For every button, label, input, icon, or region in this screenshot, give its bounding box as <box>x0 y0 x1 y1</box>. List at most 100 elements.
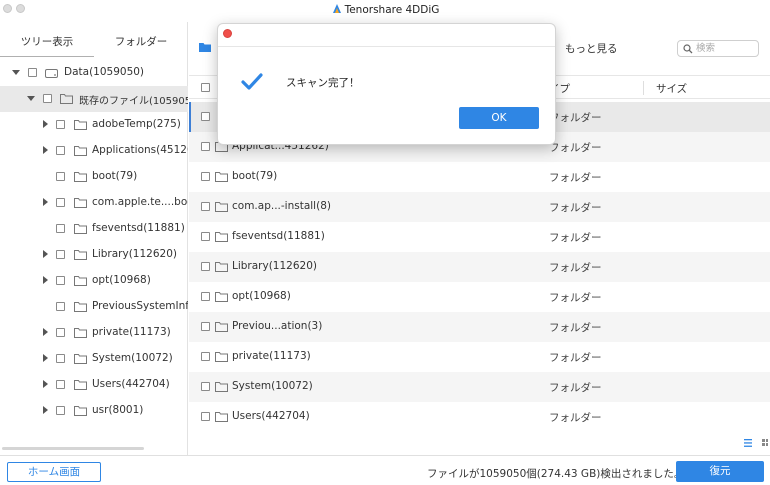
row-checkbox[interactable] <box>201 322 210 331</box>
tab-folder[interactable]: フォルダー <box>94 34 188 49</box>
app-logo-icon <box>332 4 341 13</box>
expand-triangle-icon[interactable] <box>27 96 35 101</box>
tree-item-label: fseventsd(11881) <box>92 222 185 234</box>
tree-checkbox[interactable] <box>56 224 65 233</box>
disk-icon <box>45 69 58 78</box>
table-row[interactable]: private(11173) フォルダー <box>189 342 770 372</box>
tree-item[interactable]: adobeTemp(275) <box>0 112 188 138</box>
row-name: System(10072) <box>232 380 313 392</box>
expand-triangle-icon[interactable] <box>43 380 48 388</box>
row-checkbox[interactable] <box>201 292 210 301</box>
table-row[interactable]: System(10072) フォルダー <box>189 372 770 402</box>
tree-item[interactable]: Data(1059050) <box>0 60 188 86</box>
row-checkbox[interactable] <box>201 352 210 361</box>
row-checkbox[interactable] <box>201 202 210 211</box>
row-type: フォルダー <box>549 172 602 184</box>
tree-item[interactable]: opt(10968) <box>0 268 188 294</box>
tree-checkbox[interactable] <box>56 380 65 389</box>
folder-icon <box>215 382 228 392</box>
expand-triangle-icon[interactable] <box>43 276 48 284</box>
row-checkbox[interactable] <box>201 142 210 151</box>
table-row[interactable]: opt(10968) フォルダー <box>189 282 770 312</box>
tree-checkbox[interactable] <box>56 146 65 155</box>
table-row[interactable]: Library(112620) フォルダー <box>189 252 770 282</box>
more-button[interactable]: もっと見る <box>565 41 618 56</box>
tree-item[interactable]: PreviousSystemInfor <box>0 294 188 320</box>
tree-item[interactable]: boot(79) <box>0 164 188 190</box>
expand-triangle-icon[interactable] <box>43 406 48 414</box>
tree-checkbox[interactable] <box>43 94 52 103</box>
expand-triangle-icon[interactable] <box>43 120 48 128</box>
table-row[interactable]: fseventsd(11881) フォルダー <box>189 222 770 252</box>
tree-horizontal-scrollbar[interactable] <box>2 447 144 450</box>
expand-triangle-icon[interactable] <box>43 146 48 154</box>
recover-button[interactable]: 復元 <box>676 461 764 482</box>
tree-item[interactable]: Applications(451262 <box>0 138 188 164</box>
search-box[interactable] <box>677 40 759 57</box>
row-type: フォルダー <box>549 322 602 334</box>
expand-triangle-icon[interactable] <box>43 198 48 206</box>
expand-triangle-icon[interactable] <box>43 354 48 362</box>
search-input[interactable] <box>696 42 756 55</box>
active-tab-indicator <box>0 56 94 57</box>
tree-checkbox[interactable] <box>56 276 65 285</box>
folder-icon <box>74 224 87 234</box>
column-divider[interactable] <box>643 81 644 95</box>
expand-triangle-icon[interactable] <box>43 250 48 258</box>
row-type: フォルダー <box>549 262 602 274</box>
table-row[interactable]: com.ap...-install(8) フォルダー <box>189 192 770 222</box>
list-view-icon[interactable] <box>744 439 752 447</box>
table-row[interactable]: Previou...ation(3) フォルダー <box>189 312 770 342</box>
select-all-checkbox[interactable] <box>201 83 210 92</box>
tree-checkbox[interactable] <box>56 406 65 415</box>
view-mode-icons <box>744 439 768 447</box>
title-bar: Tenorshare 4DDiG <box>0 0 770 22</box>
tree-checkbox[interactable] <box>56 172 65 181</box>
tree-checkbox[interactable] <box>56 328 65 337</box>
table-row[interactable]: boot(79) フォルダー <box>189 162 770 192</box>
folder-icon <box>74 120 87 130</box>
tree-item[interactable]: fseventsd(11881) <box>0 216 188 242</box>
tree-item[interactable]: System(10072) <box>0 346 188 372</box>
tab-tree-view[interactable]: ツリー表示 <box>0 34 94 49</box>
tree-checkbox[interactable] <box>56 198 65 207</box>
expand-triangle-icon[interactable] <box>12 70 20 75</box>
tree-checkbox[interactable] <box>28 68 37 77</box>
row-checkbox[interactable] <box>201 172 210 181</box>
home-button[interactable]: ホーム画面 <box>7 462 101 482</box>
row-checkbox[interactable] <box>201 232 210 241</box>
tree-item-label: Data(1059050) <box>64 66 145 78</box>
tree-item[interactable]: com.apple.te....boot- <box>0 190 188 216</box>
row-type: フォルダー <box>549 202 602 214</box>
folder-icon <box>74 198 87 208</box>
row-checkbox[interactable] <box>201 112 210 121</box>
folder-icon <box>215 352 228 362</box>
tree-item[interactable]: Users(442704) <box>0 372 188 398</box>
table-row[interactable]: Users(442704) フォルダー <box>189 402 770 432</box>
row-type: フォルダー <box>549 382 602 394</box>
row-checkbox[interactable] <box>201 412 210 421</box>
expand-triangle-icon[interactable] <box>43 328 48 336</box>
tree-checkbox[interactable] <box>56 354 65 363</box>
folder-icon <box>74 328 87 338</box>
row-checkbox[interactable] <box>201 262 210 271</box>
ok-button[interactable]: OK <box>459 107 539 129</box>
folder-view-icon[interactable] <box>199 42 211 52</box>
tree-item[interactable]: Library(112620) <box>0 242 188 268</box>
dialog-header <box>218 24 555 47</box>
tree-checkbox[interactable] <box>56 250 65 259</box>
tree-checkbox[interactable] <box>56 302 65 311</box>
folder-icon <box>74 250 87 260</box>
grid-view-icon[interactable] <box>762 439 768 446</box>
row-name: Library(112620) <box>232 260 317 272</box>
tree-item[interactable]: usr(8001) <box>0 398 188 424</box>
left-panel: ツリー表示 フォルダー Data(1059050) 既存のファイル(105905… <box>0 22 188 455</box>
row-checkbox[interactable] <box>201 382 210 391</box>
column-header-size[interactable]: サイズ <box>656 81 687 96</box>
selected-row-indicator <box>189 102 191 132</box>
dialog-close-button[interactable] <box>223 29 232 38</box>
tree-checkbox[interactable] <box>56 120 65 129</box>
tree-item[interactable]: private(11173) <box>0 320 188 346</box>
folder-icon <box>215 292 228 302</box>
tree-item[interactable]: 既存のファイル(1059050 <box>0 86 188 112</box>
